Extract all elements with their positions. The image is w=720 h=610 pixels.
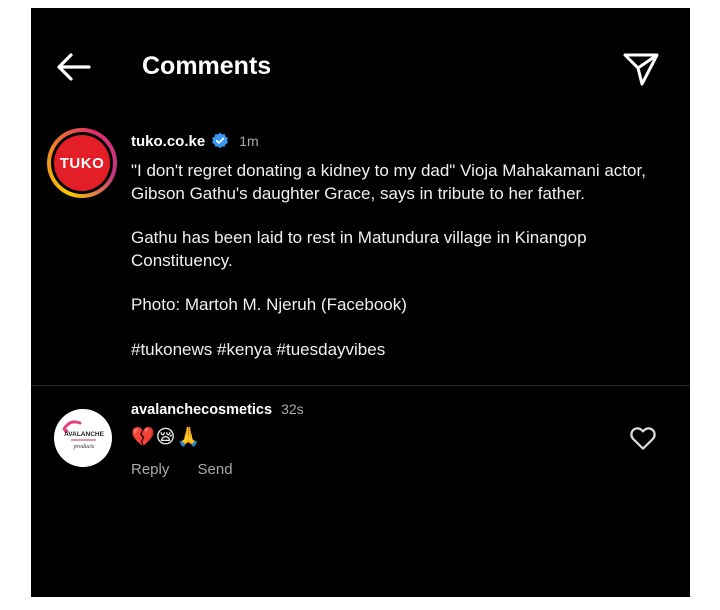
divider — [31, 385, 690, 386]
username[interactable]: tuko.co.ke — [131, 133, 205, 150]
avatar: TUKO — [54, 135, 110, 191]
caption-paragraph: "I don't regret donating a kidney to my … — [131, 161, 646, 203]
like-button[interactable] — [628, 423, 658, 453]
commenter-avatar[interactable]: AVALANCHE products — [54, 409, 112, 467]
arrow-left-icon — [57, 53, 91, 81]
avatar-logo-subtext: products — [73, 444, 95, 450]
story-ring[interactable]: TUKO — [47, 128, 117, 198]
post-time: 1m — [239, 133, 259, 149]
caption-text: "I don't regret donating a kidney to my … — [131, 160, 651, 383]
reply-button[interactable]: Reply — [131, 461, 169, 478]
comment-text: 💔😪🙏 — [131, 427, 202, 448]
paper-plane-icon — [623, 53, 659, 86]
caption-paragraph: Gathu has been laid to rest in Matundura… — [131, 228, 587, 270]
caption-hashtags[interactable]: #tukonews #kenya #tuesdayvibes — [131, 339, 651, 362]
share-button[interactable] — [621, 48, 661, 88]
caption-paragraph: Photo: Martoh M. Njeruh (Facebook) — [131, 295, 407, 314]
verified-badge-icon — [212, 132, 229, 149]
avalanche-logo: AVALANCHE products — [62, 420, 105, 450]
send-button[interactable]: Send — [198, 461, 233, 478]
avatar-logo-text: AVALANCHE — [64, 431, 105, 438]
comments-screen: Comments TUKO tuko.co.ke 1m "I don't reg… — [31, 8, 690, 597]
post-caption: TUKO tuko.co.ke 1m "I don't regret donat… — [31, 120, 690, 384]
comment-item: AVALANCHE products avalanchecosmetics 32… — [31, 393, 690, 503]
comment-actions: Reply Send — [131, 461, 233, 478]
caption-meta: tuko.co.ke 1m — [131, 132, 259, 150]
page-title: Comments — [142, 52, 272, 80]
header: Comments — [31, 8, 690, 118]
comment-time: 32s — [281, 401, 304, 417]
commenter-username[interactable]: avalanchecosmetics — [131, 402, 272, 418]
comment-meta: avalanchecosmetics 32s — [131, 401, 304, 418]
heart-outline-icon — [630, 427, 656, 450]
back-button[interactable] — [53, 50, 93, 84]
